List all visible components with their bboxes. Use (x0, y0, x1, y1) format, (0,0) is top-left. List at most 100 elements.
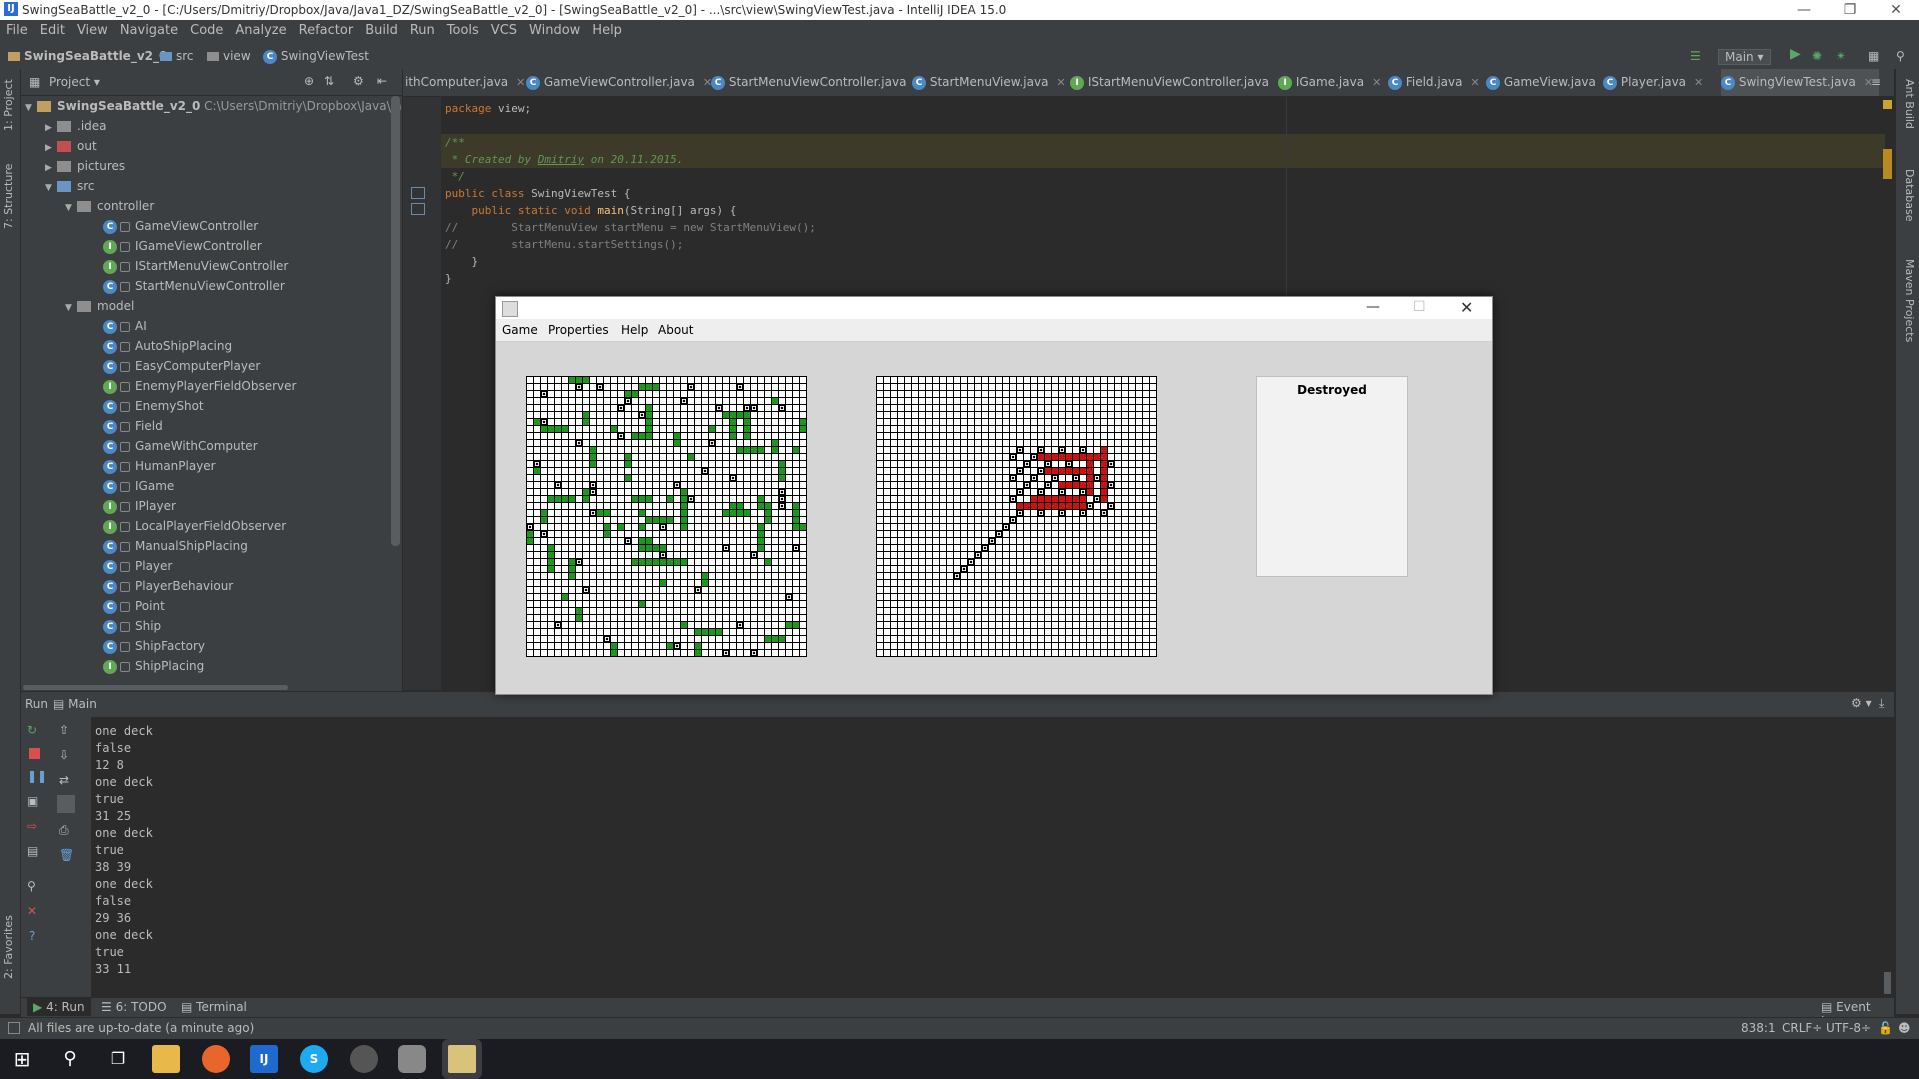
enemy-cell[interactable] (1129, 454, 1135, 460)
enemy-cell[interactable] (996, 531, 1002, 537)
enemy-cell[interactable] (898, 629, 904, 635)
enemy-cell[interactable] (947, 601, 953, 607)
enemy-cell[interactable] (961, 496, 967, 502)
enemy-cell[interactable] (968, 475, 974, 481)
enemy-cell[interactable] (877, 531, 883, 537)
enemy-cell[interactable] (919, 650, 925, 656)
enemy-cell[interactable] (1031, 489, 1037, 495)
tree-item-class[interactable]: I EnemyPlayerFieldObserver (103, 376, 296, 396)
enemy-cell[interactable] (1038, 566, 1044, 572)
enemy-cell[interactable] (1150, 580, 1156, 586)
enemy-cell[interactable] (1150, 594, 1156, 600)
enemy-cell[interactable] (877, 517, 883, 523)
enemy-cell[interactable] (1108, 636, 1114, 642)
enemy-cell[interactable] (1003, 587, 1009, 593)
enemy-cell[interactable] (898, 524, 904, 530)
enemy-cell[interactable] (1024, 622, 1030, 628)
enemy-cell[interactable] (1143, 559, 1149, 565)
enemy-cell[interactable] (996, 405, 1002, 411)
enemy-cell[interactable] (940, 545, 946, 551)
enemy-cell[interactable] (884, 643, 890, 649)
enemy-cell[interactable] (1066, 461, 1072, 467)
enemy-cell[interactable] (1150, 377, 1156, 383)
enemy-cell[interactable] (968, 559, 974, 565)
enemy-cell[interactable] (968, 636, 974, 642)
enemy-cell[interactable] (1122, 643, 1128, 649)
enemy-cell[interactable] (1045, 629, 1051, 635)
enemy-cell[interactable] (940, 496, 946, 502)
enemy-cell[interactable] (1129, 412, 1135, 418)
enemy-cell[interactable] (1080, 601, 1086, 607)
enemy-cell[interactable] (1143, 419, 1149, 425)
enemy-cell[interactable] (1115, 615, 1121, 621)
enemy-cell[interactable] (968, 601, 974, 607)
enemy-cell[interactable] (982, 615, 988, 621)
enemy-cell[interactable] (926, 601, 932, 607)
enemy-cell[interactable] (1038, 377, 1044, 383)
enemy-cell[interactable] (1017, 510, 1023, 516)
enemy-cell[interactable] (1073, 580, 1079, 586)
enemy-cell[interactable] (975, 426, 981, 432)
enemy-cell[interactable] (1101, 545, 1107, 551)
enemy-cell[interactable] (1143, 398, 1149, 404)
locate-icon[interactable]: ⊕ (304, 74, 314, 88)
enemy-cell[interactable] (1024, 538, 1030, 544)
enemy-cell[interactable] (877, 405, 883, 411)
enemy-cell[interactable] (884, 531, 890, 537)
enemy-cell[interactable] (1122, 650, 1128, 656)
enemy-cell[interactable] (1052, 510, 1058, 516)
enemy-cell[interactable] (1066, 587, 1072, 593)
enemy-cell[interactable] (989, 545, 995, 551)
enemy-cell[interactable] (1038, 650, 1044, 656)
enemy-cell[interactable] (1045, 384, 1051, 390)
enemy-cell[interactable] (919, 573, 925, 579)
enemy-cell[interactable] (877, 391, 883, 397)
tree-item-class[interactable]: C AutoShipPlacing (103, 336, 232, 356)
enemy-cell[interactable] (1052, 566, 1058, 572)
enemy-cell[interactable] (947, 594, 953, 600)
enemy-cell[interactable] (1136, 636, 1142, 642)
enemy-cell[interactable] (1115, 489, 1121, 495)
enemy-cell[interactable] (1031, 398, 1037, 404)
enemy-cell[interactable] (1129, 482, 1135, 488)
enemy-cell[interactable] (1115, 580, 1121, 586)
enemy-cell[interactable] (912, 608, 918, 614)
enemy-cell[interactable] (1143, 524, 1149, 530)
enemy-cell[interactable] (912, 531, 918, 537)
enemy-cell[interactable] (968, 552, 974, 558)
enemy-cell[interactable] (926, 629, 932, 635)
enemy-cell[interactable] (975, 454, 981, 460)
enemy-cell[interactable] (1080, 615, 1086, 621)
tree-item-class[interactable]: I IGameViewController (103, 236, 262, 256)
enemy-cell[interactable] (1122, 587, 1128, 593)
minimize-icon[interactable]: — (1366, 299, 1380, 315)
enemy-cell[interactable] (975, 377, 981, 383)
enemy-cell[interactable] (1052, 384, 1058, 390)
enemy-cell[interactable] (905, 601, 911, 607)
enemy-cell[interactable] (1115, 524, 1121, 530)
enemy-cell[interactable] (961, 608, 967, 614)
enemy-cell[interactable] (1115, 573, 1121, 579)
menu-refactor[interactable]: Refactor (293, 20, 360, 38)
enemy-cell[interactable] (926, 433, 932, 439)
enemy-cell[interactable] (975, 580, 981, 586)
enemy-cell[interactable] (1024, 531, 1030, 537)
enemy-cell[interactable] (947, 608, 953, 614)
enemy-cell[interactable] (1024, 552, 1030, 558)
enemy-cell[interactable] (1143, 391, 1149, 397)
enemy-cell[interactable] (1108, 608, 1114, 614)
enemy-cell[interactable] (1059, 629, 1065, 635)
enemy-cell[interactable] (926, 489, 932, 495)
enemy-cell[interactable] (1150, 559, 1156, 565)
enemy-cell[interactable] (1038, 587, 1044, 593)
enemy-cell[interactable] (1031, 433, 1037, 439)
enemy-cell[interactable] (968, 440, 974, 446)
enemy-cell[interactable] (1052, 545, 1058, 551)
enemy-cell[interactable] (933, 391, 939, 397)
enemy-cell[interactable] (982, 517, 988, 523)
enemy-cell[interactable] (989, 517, 995, 523)
enemy-cell[interactable] (884, 447, 890, 453)
enemy-cell[interactable] (933, 601, 939, 607)
enemy-cell[interactable] (968, 503, 974, 509)
enemy-cell[interactable] (891, 419, 897, 425)
